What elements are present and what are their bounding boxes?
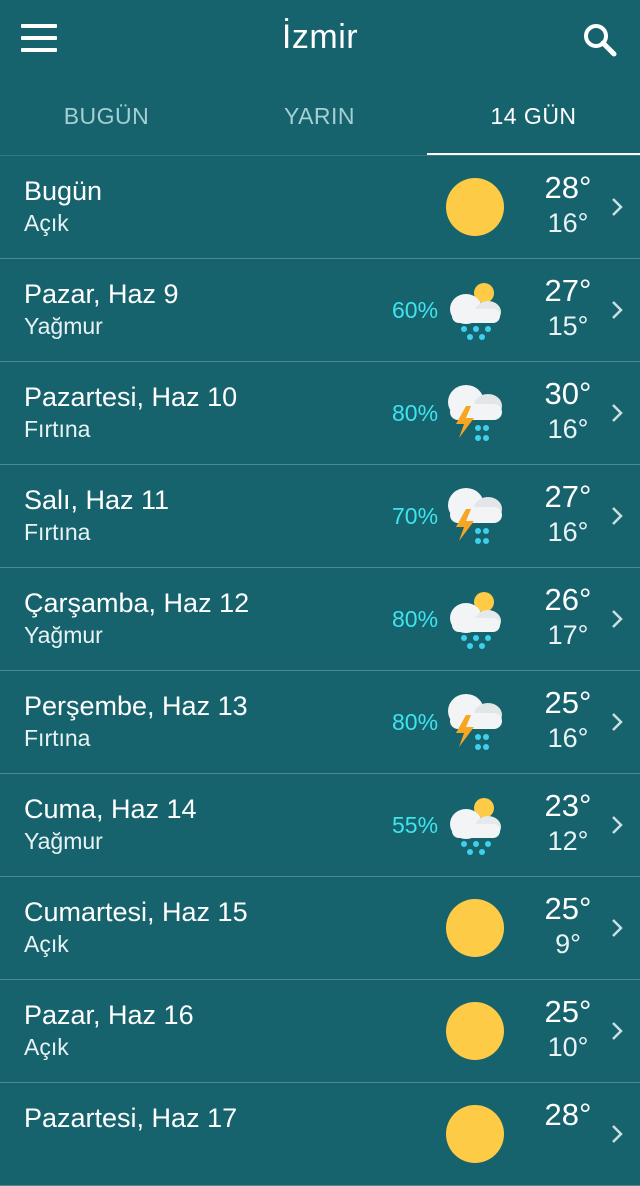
precip-chance: 60%: [392, 297, 439, 323]
forecast-list: Bugün Açık 28° 16° Pazar, Haz 9 Yağmur 6…: [0, 155, 640, 1186]
low-temp: 12°: [547, 826, 589, 856]
forecast-condition: Fırtına: [24, 725, 91, 751]
forecast-day-label: Pazar, Haz 9: [24, 279, 179, 309]
chevron-right-icon: [610, 814, 624, 836]
app-bar: İzmir: [0, 0, 640, 80]
high-temp: 26°: [544, 582, 592, 617]
sun-icon: [444, 1000, 506, 1062]
high-temp: 25°: [544, 891, 592, 926]
sun-icon: [444, 1103, 506, 1165]
forecast-day-label: Salı, Haz 11: [24, 485, 170, 515]
precip-chance: 70%: [392, 503, 439, 529]
forecast-row[interactable]: Pazartesi, Haz 17 28°: [0, 1083, 640, 1186]
low-temp: 16°: [547, 723, 589, 753]
forecast-condition: Açık: [24, 210, 69, 236]
chevron-right-icon: [610, 196, 624, 218]
forecast-row[interactable]: Cuma, Haz 14 Yağmur 55% 23° 12°: [0, 774, 640, 877]
forecast-condition: Açık: [24, 931, 69, 957]
high-temp: 28°: [544, 170, 592, 205]
chevron-right-icon: [610, 505, 624, 527]
forecast-row[interactable]: Salı, Haz 11 Fırtına 70% 27° 16°: [0, 465, 640, 568]
chevron-right-icon: [610, 1020, 624, 1042]
high-temp: 30°: [544, 376, 592, 411]
tab-bar: BUGÜN YARIN 14 GÜN: [0, 80, 640, 156]
sun-icon: [444, 897, 506, 959]
forecast-condition: Yağmur: [24, 313, 103, 339]
forecast-row[interactable]: Cumartesi, Haz 15 Açık 25° 9°: [0, 877, 640, 980]
forecast-day-label: Perşembe, Haz 13: [24, 691, 248, 721]
search-icon[interactable]: [580, 20, 620, 60]
chevron-right-icon: [610, 299, 624, 321]
low-temp: 10°: [547, 1032, 589, 1062]
forecast-row[interactable]: Çarşamba, Haz 12 Yağmur 80% 26° 17°: [0, 568, 640, 671]
forecast-row[interactable]: Bugün Açık 28° 16°: [0, 155, 640, 259]
chevron-right-icon: [610, 402, 624, 424]
chevron-right-icon: [610, 608, 624, 630]
high-temp: 28°: [544, 1097, 592, 1132]
precip-chance: 80%: [392, 709, 439, 735]
forecast-day-label: Pazar, Haz 16: [24, 1000, 194, 1030]
storm-icon: [444, 691, 506, 753]
sun-icon: [444, 176, 506, 238]
chevron-right-icon: [610, 917, 624, 939]
high-temp: 27°: [544, 479, 592, 514]
low-temp: 9°: [555, 929, 581, 959]
precip-chance: 80%: [392, 400, 439, 426]
tab-today[interactable]: BUGÜN: [0, 80, 213, 156]
forecast-condition: Yağmur: [24, 622, 103, 648]
page-title: İzmir: [281, 18, 359, 56]
forecast-day-label: Cuma, Haz 14: [24, 794, 197, 824]
high-temp: 25°: [544, 685, 592, 720]
forecast-condition: Fırtına: [24, 519, 91, 545]
forecast-day-label: Pazartesi, Haz 17: [24, 1103, 238, 1133]
low-temp: 16°: [547, 208, 589, 238]
forecast-day-label: Pazartesi, Haz 10: [24, 382, 238, 412]
high-temp: 27°: [544, 273, 592, 308]
precip-chance: 55%: [392, 812, 439, 838]
low-temp: 17°: [547, 620, 589, 650]
forecast-condition: Yağmur: [24, 828, 103, 854]
forecast-condition: Açık: [24, 1034, 69, 1060]
forecast-row[interactable]: Perşembe, Haz 13 Fırtına 80% 25° 16°: [0, 671, 640, 774]
rain-icon: [444, 794, 506, 856]
low-temp: 16°: [547, 414, 589, 444]
forecast-day-label: Bugün: [24, 176, 103, 206]
forecast-day-label: Cumartesi, Haz 15: [24, 897, 248, 927]
low-temp: 16°: [547, 517, 589, 547]
forecast-condition: Fırtına: [24, 416, 91, 442]
rain-icon: [444, 588, 506, 650]
high-temp: 25°: [544, 994, 592, 1029]
storm-icon: [444, 382, 506, 444]
forecast-row[interactable]: Pazar, Haz 16 Açık 25° 10°: [0, 980, 640, 1083]
chevron-right-icon: [610, 1123, 624, 1145]
precip-chance: 80%: [392, 606, 439, 632]
chevron-right-icon: [610, 711, 624, 733]
low-temp: 15°: [547, 311, 589, 341]
forecast-row[interactable]: Pazartesi, Haz 10 Fırtına 80% 30° 16°: [0, 362, 640, 465]
rain-icon: [444, 279, 506, 341]
high-temp: 23°: [544, 788, 592, 823]
tab-tomorrow[interactable]: YARIN: [213, 80, 426, 156]
storm-icon: [444, 485, 506, 547]
forecast-day-label: Çarşamba, Haz 12: [24, 588, 250, 618]
forecast-row[interactable]: Pazar, Haz 9 Yağmur 60% 27° 15°: [0, 259, 640, 362]
tab-14-days[interactable]: 14 GÜN: [427, 80, 640, 156]
